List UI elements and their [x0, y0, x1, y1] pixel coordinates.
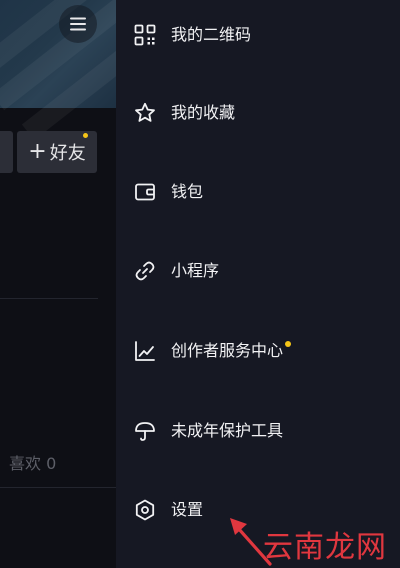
menu-button[interactable] — [59, 5, 97, 43]
edit-profile-button[interactable] — [0, 131, 13, 173]
add-friend-label: 好友 — [49, 143, 86, 164]
menu-item-my-favorites[interactable]: 我的收藏 — [116, 83, 400, 143]
menu-item-minor-protection-tools[interactable]: 未成年保护工具 — [116, 401, 400, 461]
menu-item-label: 我的收藏 — [171, 103, 236, 122]
likes-tab[interactable]: 喜欢 0 — [9, 450, 56, 474]
watermark-text: 云南龙网 — [263, 530, 387, 565]
menu-item-label-text: 创作者服务中心 — [171, 341, 284, 360]
profile-cover-image — [0, 0, 116, 141]
hamburger-icon — [70, 17, 86, 31]
link-icon — [135, 261, 155, 281]
side-drawer: 我的二维码 我的收藏 钱包 小程序 创作者服务中心 未成年保护工具 设置 — [116, 0, 400, 568]
menu-item-wallet[interactable]: 钱包 — [116, 162, 400, 222]
menu-item-label: 设置 — [171, 500, 204, 519]
menu-item-label: 未成年保护工具 — [171, 421, 284, 440]
menu-item-label: 钱包 — [171, 182, 204, 201]
add-friend-notification-dot — [83, 133, 88, 138]
umbrella-icon — [135, 422, 155, 441]
plus-icon: + — [28, 139, 47, 164]
menu-item-label: 创作者服务中心 — [171, 339, 292, 363]
new-badge-dot — [285, 341, 292, 347]
qr-code-icon — [134, 24, 156, 46]
profile-page-background: + 好友 喜欢 0 — [0, 0, 116, 568]
settings-hexagon-icon — [135, 499, 155, 521]
wallet-icon — [135, 183, 155, 201]
divider — [0, 298, 98, 299]
star-icon — [135, 102, 155, 122]
menu-item-my-qr-code[interactable]: 我的二维码 — [116, 5, 400, 65]
trend-chart-icon — [135, 341, 155, 361]
menu-item-label: 小程序 — [171, 261, 220, 280]
menu-item-label: 我的二维码 — [171, 25, 252, 44]
divider — [0, 487, 116, 488]
menu-item-creator-service-center[interactable]: 创作者服务中心 — [116, 321, 400, 381]
menu-item-mini-programs[interactable]: 小程序 — [116, 241, 400, 301]
